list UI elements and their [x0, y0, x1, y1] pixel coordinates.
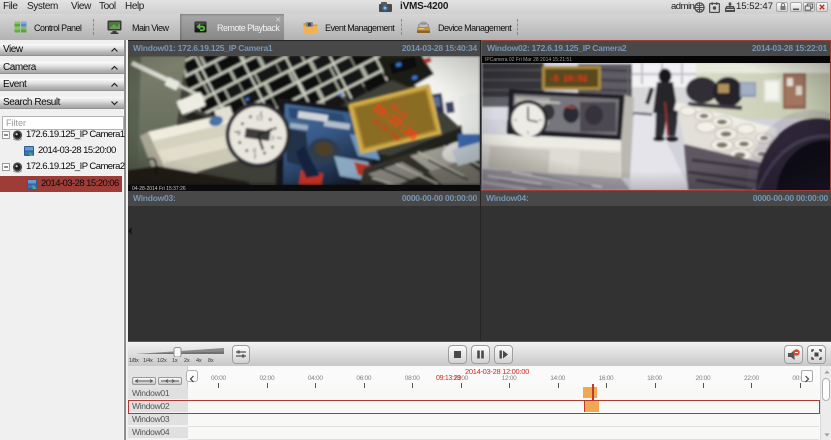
- svg-text:IPCamera 02 Fri Mar 28 2014 15: IPCamera 02 Fri Mar 28 2014 15:21:51: [485, 57, 572, 63]
